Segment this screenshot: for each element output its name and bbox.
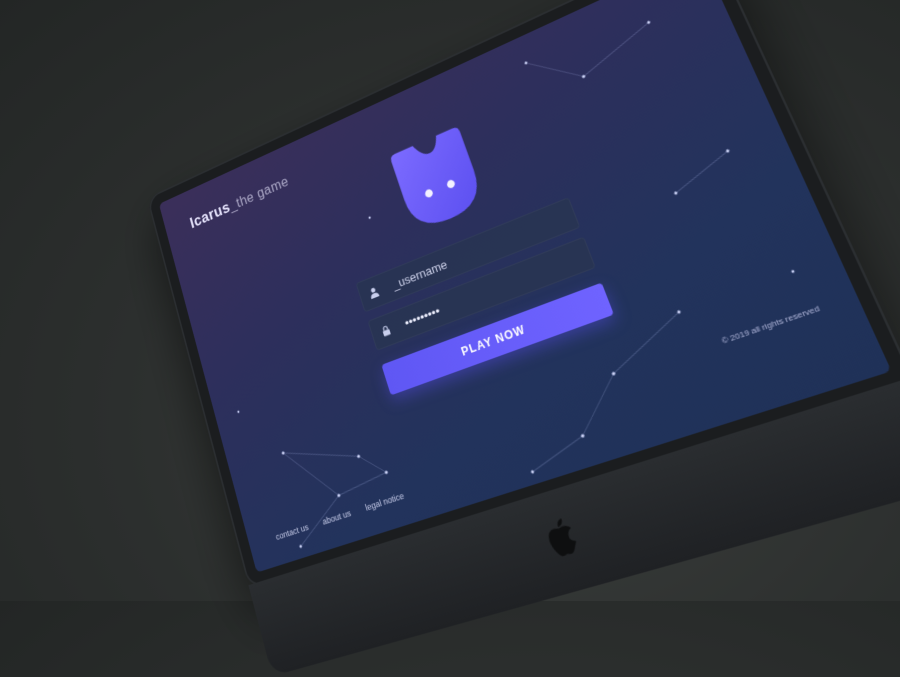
imac-monitor: Icarus_the game _username ••••••••• PLAY… (146, 0, 900, 677)
monitor-scene: Icarus_the game _username ••••••••• PLAY… (0, 0, 900, 677)
apple-logo-icon (546, 518, 580, 559)
